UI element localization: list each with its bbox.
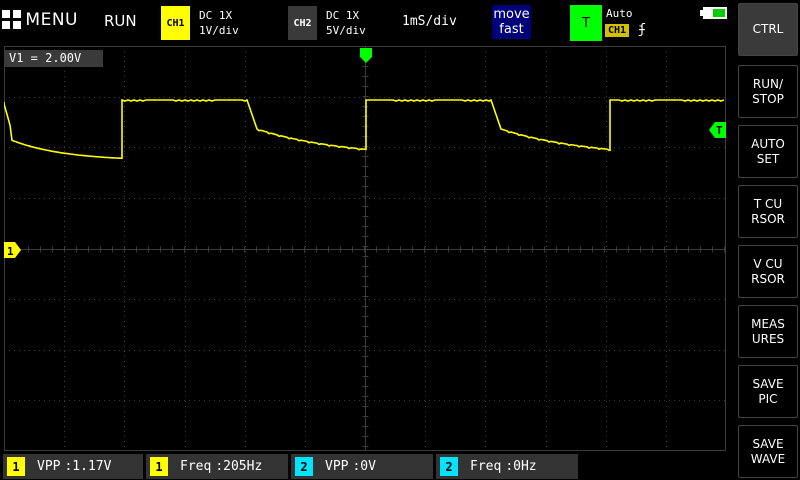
ch1-coupling: DC 1X	[199, 9, 233, 22]
measurement-value: :0V	[352, 459, 376, 474]
measurement-label: VPP	[325, 459, 349, 474]
measurement-ch1-freq[interactable]: 1 Freq :205Hz	[146, 454, 288, 479]
ctrl-button[interactable]: CTRL	[738, 3, 798, 56]
ch1-settings[interactable]: DC 1X 1V/div	[199, 8, 239, 38]
move-speed-toggle[interactable]: move fast	[492, 5, 531, 39]
trigger-button[interactable]: T	[570, 5, 602, 41]
grid-menu-icon	[2, 10, 21, 30]
trigger-mode[interactable]: Auto	[606, 7, 633, 20]
measurement-ch2-vpp[interactable]: 2 VPP :0V	[291, 454, 433, 479]
channel-badge: 1	[150, 457, 168, 476]
trigger-marker-label: T	[716, 124, 723, 137]
auto-set-button[interactable]: AUTO SET	[738, 125, 798, 178]
v1-cursor-readout: V1 = 2.00V	[4, 50, 103, 67]
measurement-value: :205Hz	[215, 459, 263, 474]
measurement-label: Freq	[470, 459, 502, 474]
measurement-label: Freq	[180, 459, 212, 474]
ch1-trace	[4, 98, 725, 160]
measurement-bar: 1 VPP :1.17V 1 Freq :205Hz 2 VPP :0V 2 F…	[0, 452, 735, 480]
timebase-setting[interactable]: 1mS/div	[402, 14, 457, 29]
ch1-offset-marker[interactable]: 1	[4, 242, 21, 258]
run-stop-button[interactable]: RUN/ STOP	[738, 65, 798, 118]
measures-button[interactable]: MEAS URES	[738, 305, 798, 358]
measurement-ch2-freq[interactable]: 2 Freq :0Hz	[436, 454, 578, 479]
v-cursor-button[interactable]: V CU RSOR	[738, 245, 798, 298]
t-cursor-button[interactable]: T CU RSOR	[738, 185, 798, 238]
menu-label: MENU	[25, 10, 78, 30]
ch1-marker-label: 1	[7, 245, 14, 258]
measurement-label: VPP	[37, 459, 61, 474]
channel-badge: 1	[7, 457, 25, 476]
ch2-button[interactable]: CH2	[288, 6, 317, 40]
ch1-scale: 1V/div	[199, 24, 239, 37]
trigger-source[interactable]: CH1	[605, 24, 630, 37]
graticule	[4, 46, 726, 451]
speed-label: fast	[499, 22, 524, 37]
ch2-coupling: DC 1X	[326, 9, 360, 22]
measurement-value: :1.17V	[64, 459, 112, 474]
top-status-bar: MENU RUN CH1 DC 1X 1V/div CH2 DC 1X 5V/d…	[0, 0, 735, 44]
save-wave-button[interactable]: SAVE WAVE	[738, 425, 798, 478]
measurement-value: :0Hz	[505, 459, 537, 474]
function-sidebar: CTRL RUN/ STOP AUTO SET T CU RSOR V CU R…	[735, 0, 800, 480]
menu-button[interactable]: MENU	[2, 4, 78, 36]
save-pic-button[interactable]: SAVE PIC	[738, 365, 798, 418]
ch1-button[interactable]: CH1	[161, 6, 190, 40]
measurement-ch1-vpp[interactable]: 1 VPP :1.17V	[3, 454, 143, 479]
run-state-indicator[interactable]: RUN	[104, 12, 137, 30]
ch2-scale: 5V/div	[326, 24, 366, 37]
battery-icon	[700, 7, 727, 19]
channel-badge: 2	[295, 457, 313, 476]
channel-badge: 2	[440, 457, 458, 476]
ch2-settings[interactable]: DC 1X 5V/div	[326, 8, 366, 38]
waveform-display[interactable]: 1 T	[4, 46, 726, 451]
move-label: move	[493, 7, 530, 22]
time-position-marker[interactable]	[360, 48, 372, 63]
trigger-level-marker[interactable]: T	[709, 122, 726, 138]
rising-edge-icon: ʄ	[638, 22, 646, 37]
